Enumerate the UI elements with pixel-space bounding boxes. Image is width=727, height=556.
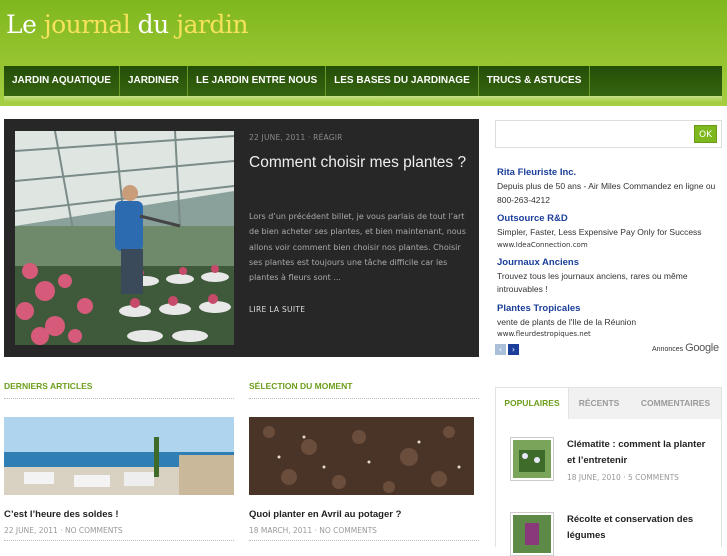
ads-by-google[interactable]: Annonces Google	[652, 342, 719, 354]
ad-navigation: ‹ ›	[495, 344, 519, 355]
google-logo: Google	[685, 342, 719, 354]
featured-excerpt: Lors d’un précédent billet, je vous parl…	[249, 212, 466, 283]
nav-bases-jardinage[interactable]: LES BASES DU JARDINAGE	[326, 66, 479, 96]
ad-title[interactable]: Outsource R&D	[497, 212, 725, 226]
popular-meta: 18 JUNE, 2010 · 5 COMMENTS	[567, 473, 679, 482]
featured-image[interactable]	[15, 131, 234, 345]
logo-word-jardin: jardin	[176, 10, 248, 39]
tab-populaires[interactable]: POPULAIRES	[496, 388, 569, 419]
ad-desc: Trouvez tous les journaux anciens, rares…	[497, 270, 688, 295]
site-logo[interactable]: Le journal du jardin	[6, 10, 248, 39]
nav-jardiner[interactable]: JARDINER	[120, 66, 189, 96]
search-input[interactable]	[499, 124, 693, 145]
nav-shadow	[4, 96, 722, 102]
ad-url[interactable]: www.fleurdestropiques.net	[497, 329, 725, 340]
search-box: OK	[495, 120, 722, 148]
ad-item: Rita Fleuriste Inc. Depuis plus de 50 an…	[497, 166, 725, 207]
google-ads: Rita Fleuriste Inc. Depuis plus de 50 an…	[497, 166, 725, 345]
ad-desc: vente de plants de l'Ile de la Réunion	[497, 316, 637, 327]
divider	[4, 398, 234, 400]
ad-next-arrow-icon[interactable]: ›	[508, 344, 519, 355]
ad-item: Journaux Anciens Trouvez tous les journa…	[497, 256, 725, 297]
divider	[249, 398, 479, 400]
selection-heading: SÉLECTION DU MOMENT	[249, 381, 353, 391]
tabs-widget: POPULAIRES RÉCENTS COMMENTAIRES Clématit…	[495, 387, 722, 556]
ad-prev-arrow-icon[interactable]: ‹	[495, 344, 506, 355]
divider	[4, 540, 234, 542]
logo-word-journal: journal	[43, 10, 131, 39]
ad-title[interactable]: Rita Fleuriste Inc.	[497, 166, 725, 180]
ad-desc: Simpler, Faster, Less Expensive Pay Only…	[497, 227, 702, 237]
ad-title[interactable]: Plantes Tropicales	[497, 302, 725, 316]
latest-post-image[interactable]	[4, 417, 234, 495]
site-header: Le journal du jardin JARDIN AQUATIQUE JA…	[0, 0, 727, 106]
ad-item: Outsource R&D Simpler, Faster, Less Expe…	[497, 212, 725, 251]
selection-post-title[interactable]: Quoi planter en Avril au potager ?	[249, 509, 401, 520]
featured-title[interactable]: Comment choisir mes plantes ?	[249, 151, 469, 174]
nav-trucs-astuces[interactable]: TRUCS & ASTUCES	[479, 66, 591, 96]
selection-post-image[interactable]	[249, 417, 474, 495]
read-more-link[interactable]: LIRE LA SUITE	[249, 305, 305, 314]
popular-thumb[interactable]	[510, 437, 554, 481]
main-nav: JARDIN AQUATIQUE JARDINER LE JARDIN ENTR…	[4, 66, 722, 96]
featured-meta: 22 JUNE, 2011 · RÉAGIR	[249, 133, 343, 142]
search-ok-button[interactable]: OK	[694, 125, 717, 143]
ad-desc: Depuis plus de 50 ans - Air Miles Comman…	[497, 181, 716, 205]
popular-title[interactable]: Récolte et conservation des légumes	[567, 512, 715, 543]
selection-post-meta: 18 MARCH, 2011 · NO COMMENTS	[249, 526, 377, 535]
divider	[249, 540, 479, 542]
ad-title[interactable]: Journaux Anciens	[497, 256, 725, 270]
featured-post: 22 JUNE, 2011 · RÉAGIR Comment choisir m…	[4, 119, 479, 357]
logo-word-le: Le	[6, 10, 37, 39]
popular-thumb[interactable]	[510, 512, 554, 556]
latest-articles-heading: DERNIERS ARTICLES	[4, 381, 93, 391]
nav-jardin-aquatique[interactable]: JARDIN AQUATIQUE	[4, 66, 120, 96]
nav-jardin-entre-nous[interactable]: LE JARDIN ENTRE NOUS	[188, 66, 327, 96]
tab-content: Clématite : comment la planter et l’entr…	[496, 419, 721, 556]
latest-post-title[interactable]: C’est l’heure des soldes !	[4, 509, 119, 520]
tab-recents[interactable]: RÉCENTS	[568, 388, 630, 419]
ad-url[interactable]: www.IdeaConnection.com	[497, 240, 725, 251]
logo-word-du: du	[137, 10, 170, 39]
ad-item: Plantes Tropicales vente de plants de l'…	[497, 302, 725, 341]
ads-label: Annonces	[652, 346, 684, 353]
latest-post-meta: 22 JUNE, 2011 · NO COMMENTS	[4, 526, 123, 535]
popular-title[interactable]: Clématite : comment la planter et l’entr…	[567, 437, 715, 468]
tab-commentaires[interactable]: COMMENTAIRES	[630, 388, 721, 419]
